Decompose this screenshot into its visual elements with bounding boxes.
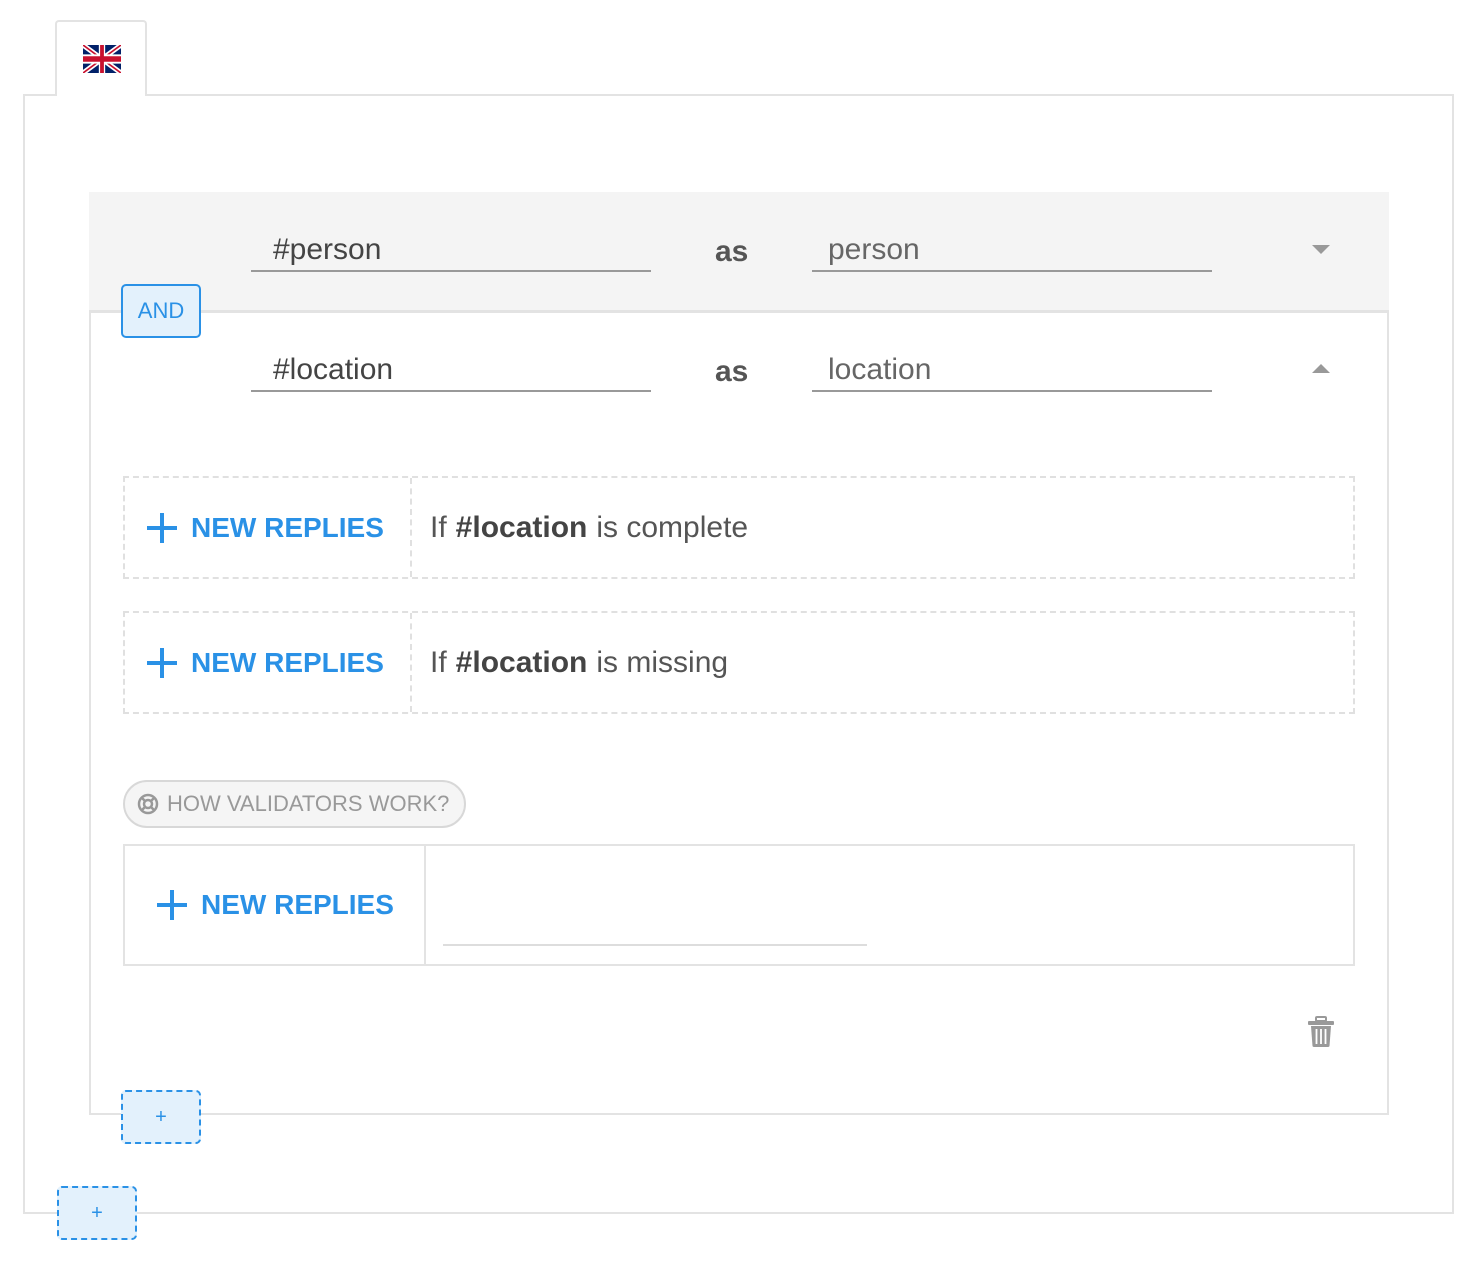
and-button[interactable]: AND <box>121 284 201 338</box>
how-validators-work-label: HOW VALIDATORS WORK? <box>167 791 450 816</box>
new-replies-label: NEW REPLIES <box>191 646 384 678</box>
condition-text: If #location is missing <box>430 613 728 712</box>
uk-flag-icon <box>82 42 122 78</box>
condition-text: If #location is complete <box>430 478 748 577</box>
condition-entity: #location <box>455 510 588 544</box>
chevron-down-icon[interactable] <box>1312 245 1330 254</box>
chevron-up-icon[interactable] <box>1312 364 1330 373</box>
condition-entity: #location <box>455 645 588 679</box>
as-label: as <box>715 235 749 268</box>
validator-input[interactable] <box>443 944 867 946</box>
condition-prefix: If <box>430 510 447 544</box>
reply-condition-complete: NEW REPLIES If #location is complete <box>123 476 1355 579</box>
add-entity-button[interactable]: + <box>121 1090 201 1144</box>
plus-icon <box>147 512 177 543</box>
condition-suffix: is complete <box>596 510 749 544</box>
entity-alias-input[interactable]: person <box>812 232 1212 272</box>
divider <box>89 310 1389 313</box>
new-replies-label: NEW REPLIES <box>201 889 394 920</box>
validator-reply: NEW REPLIES <box>123 844 1355 966</box>
condition-prefix: If <box>430 645 447 679</box>
plus-icon <box>157 890 187 920</box>
condition-suffix: is missing <box>596 645 729 679</box>
new-replies-label: NEW REPLIES <box>191 511 384 543</box>
language-tab-en[interactable] <box>55 20 147 96</box>
new-replies-button[interactable]: NEW REPLIES <box>147 647 384 679</box>
how-validators-work-button[interactable]: HOW VALIDATORS WORK? <box>123 780 466 828</box>
entity-hashtag-input[interactable]: #person <box>251 232 651 272</box>
new-replies-button[interactable]: NEW REPLIES <box>157 889 394 921</box>
entity-hashtag-input[interactable]: #location <box>251 352 651 392</box>
plus-icon <box>147 647 177 678</box>
add-block-button[interactable]: + <box>57 1186 137 1240</box>
entity-alias-input[interactable]: location <box>812 352 1212 392</box>
reply-condition-missing: NEW REPLIES If #location is missing <box>123 611 1355 714</box>
trash-icon[interactable] <box>1306 1016 1336 1053</box>
new-replies-button[interactable]: NEW REPLIES <box>147 512 384 544</box>
lifebuoy-icon <box>137 793 159 815</box>
as-label: as <box>715 355 749 388</box>
